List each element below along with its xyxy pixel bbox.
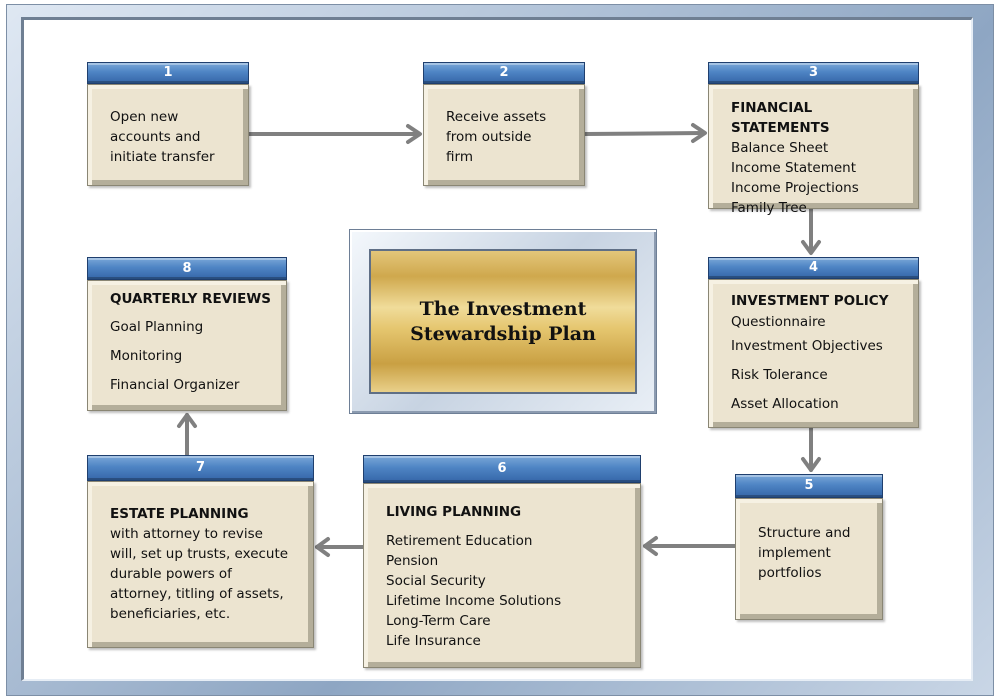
step-7-title: ESTATE PLANNING xyxy=(110,506,249,522)
step-1-body: Open new accounts and initiate transfer xyxy=(87,84,249,186)
arrow-4-to-5 xyxy=(801,425,821,472)
step-6-title: LIVING PLANNING xyxy=(386,504,522,520)
step-7-line: durable powers of xyxy=(110,566,232,582)
step-2-body: Receive assets from outside firm xyxy=(423,84,585,186)
step-5-line: Structure and xyxy=(758,525,851,541)
step-7-line: with attorney to revise xyxy=(110,526,263,542)
step-8-title: QUARTERLY REVIEWS xyxy=(110,291,271,307)
step-3-line: Income Statement xyxy=(731,160,857,176)
step-3-line: Income Projections xyxy=(731,180,859,196)
arrow-2-to-3 xyxy=(583,123,707,143)
plaque-title-line: Stewardship Plan xyxy=(410,322,596,345)
step-8-body: QUARTERLY REVIEWS Goal Planning Monitori… xyxy=(87,280,287,411)
step-3-title: FINANCIAL STATEMENTS xyxy=(731,100,830,136)
step-5-number: 5 xyxy=(735,474,883,498)
arrow-1-to-2 xyxy=(247,124,422,144)
step-2-line: Receive assets xyxy=(446,109,547,125)
step-6-body: LIVING PLANNING Retirement Education Pen… xyxy=(363,483,641,668)
step-4-body: INVESTMENT POLICY Questionnaire Investme… xyxy=(708,279,919,428)
step-8-line: Financial Organizer xyxy=(110,377,240,393)
step-7-box: 7 ESTATE PLANNING with attorney to revis… xyxy=(87,455,314,648)
step-5-body: Structure and implement portfolios xyxy=(735,498,883,620)
step-4-line: Risk Tolerance xyxy=(731,367,828,383)
step-6-line: Long-Term Care xyxy=(386,613,491,629)
step-7-line: will, set up trusts, execute xyxy=(110,546,289,562)
step-7-number: 7 xyxy=(87,455,314,481)
step-3-line: Family Tree xyxy=(731,200,807,216)
step-6-line: Life Insurance xyxy=(386,633,481,649)
title-plaque: The Investment Stewardship Plan xyxy=(349,229,657,414)
step-1-box: 1 Open new accounts and initiate transfe… xyxy=(87,62,249,186)
step-8-line: Monitoring xyxy=(110,348,183,364)
step-4-box: 4 INVESTMENT POLICY Questionnaire Invest… xyxy=(708,257,919,428)
step-5-line: implement xyxy=(758,545,831,561)
step-1-number: 1 xyxy=(87,62,249,84)
step-6-line: Social Security xyxy=(386,573,486,589)
step-4-line: Investment Objectives xyxy=(731,338,883,354)
step-3-line: Balance Sheet xyxy=(731,140,829,156)
arrow-5-to-6 xyxy=(643,536,737,556)
step-2-number: 2 xyxy=(423,62,585,84)
plaque-gold-panel: The Investment Stewardship Plan xyxy=(369,249,637,394)
step-4-title: INVESTMENT POLICY xyxy=(731,293,889,309)
step-1-line: initiate transfer xyxy=(110,149,215,165)
step-7-line: beneficiaries, etc. xyxy=(110,606,231,622)
step-4-number: 4 xyxy=(708,257,919,279)
step-1-line: accounts and xyxy=(110,129,201,145)
step-6-line: Pension xyxy=(386,553,439,569)
step-1-line: Open new xyxy=(110,109,179,125)
step-6-box: 6 LIVING PLANNING Retirement Education P… xyxy=(363,455,641,668)
step-5-line: portfolios xyxy=(758,565,822,581)
step-8-number: 8 xyxy=(87,257,287,280)
step-6-number: 6 xyxy=(363,455,641,483)
step-8-line: Goal Planning xyxy=(110,319,204,335)
step-8-box: 8 QUARTERLY REVIEWS Goal Planning Monito… xyxy=(87,257,287,411)
arrow-7-to-8 xyxy=(177,413,197,457)
step-3-box: 3 FINANCIAL STATEMENTS Balance Sheet Inc… xyxy=(708,62,919,216)
step-3-number: 3 xyxy=(708,62,919,84)
step-3-body: FINANCIAL STATEMENTS Balance Sheet Incom… xyxy=(708,84,919,216)
step-5-box: 5 Structure and implement portfolios xyxy=(735,474,883,620)
step-6-line: Lifetime Income Solutions xyxy=(386,593,562,609)
step-7-body: ESTATE PLANNING with attorney to revise … xyxy=(87,481,314,648)
step-6-line: Retirement Education xyxy=(386,533,533,549)
step-4-line: Asset Allocation xyxy=(731,396,839,412)
arrow-6-to-7 xyxy=(315,537,365,557)
step-2-line: firm xyxy=(446,149,473,165)
step-2-box: 2 Receive assets from outside firm xyxy=(423,62,585,186)
step-7-line: attorney, titling of assets, xyxy=(110,586,284,602)
plaque-title-line: The Investment xyxy=(419,297,587,320)
step-2-line: from outside xyxy=(446,129,532,145)
step-4-line: Questionnaire xyxy=(731,314,826,330)
